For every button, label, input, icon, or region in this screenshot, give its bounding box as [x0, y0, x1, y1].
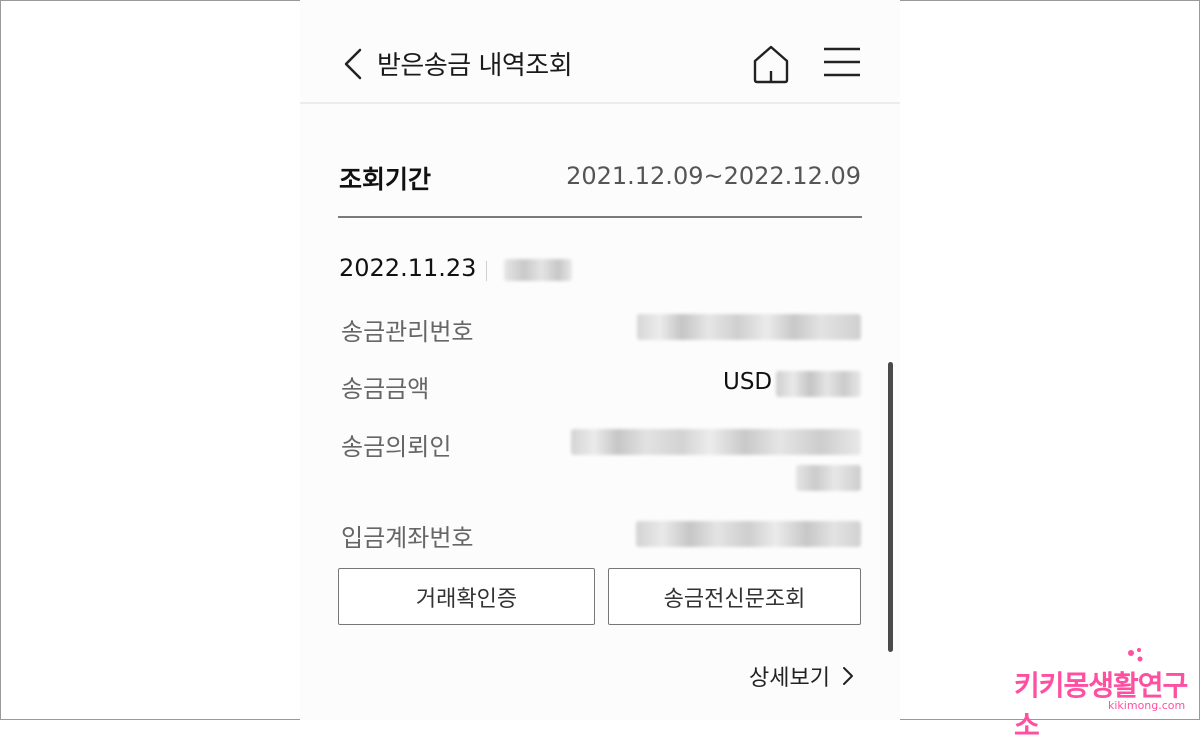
top-header: 받은송금 내역조회	[300, 0, 900, 104]
page-title: 받은송금 내역조회	[377, 51, 573, 81]
redacted-amount	[776, 371, 861, 397]
chevron-right-icon	[842, 667, 853, 685]
telegram-inquiry-button[interactable]: 송금전신문조회	[608, 568, 861, 625]
redacted-sender-line-1	[571, 429, 861, 455]
scrollbar[interactable]	[888, 362, 893, 652]
transaction-date: 2022.11.23	[339, 254, 477, 282]
section-divider	[338, 216, 862, 218]
watermark-url: kikimong.com	[1108, 699, 1186, 712]
amount-currency: USD	[723, 369, 773, 395]
date-separator	[486, 261, 487, 281]
redacted-remittance-number	[637, 314, 861, 340]
redacted-time	[504, 259, 572, 281]
watermark-dots	[1128, 648, 1143, 662]
sender-label: 송금의뢰인	[341, 433, 452, 461]
deposit-account-label: 입금계좌번호	[341, 524, 474, 552]
home-icon[interactable]	[752, 44, 790, 84]
remittance-number-label: 송금관리번호	[341, 318, 474, 346]
amount-label: 송금금액	[341, 375, 430, 403]
app-screen: 받은송금 내역조회 조회기간 2021.12.09~2022.12.09 202…	[300, 0, 900, 720]
period-label: 조회기간	[339, 165, 432, 194]
view-details-link[interactable]: 상세보기	[749, 660, 854, 692]
view-details-label: 상세보기	[749, 666, 830, 691]
transaction-certificate-button[interactable]: 거래확인증	[338, 568, 595, 625]
hamburger-menu-icon[interactable]	[823, 44, 861, 80]
redacted-deposit-account	[636, 521, 861, 547]
redacted-sender-line-2	[796, 465, 861, 491]
back-arrow-icon[interactable]	[340, 46, 366, 82]
period-value: 2021.12.09~2022.12.09	[566, 162, 861, 190]
